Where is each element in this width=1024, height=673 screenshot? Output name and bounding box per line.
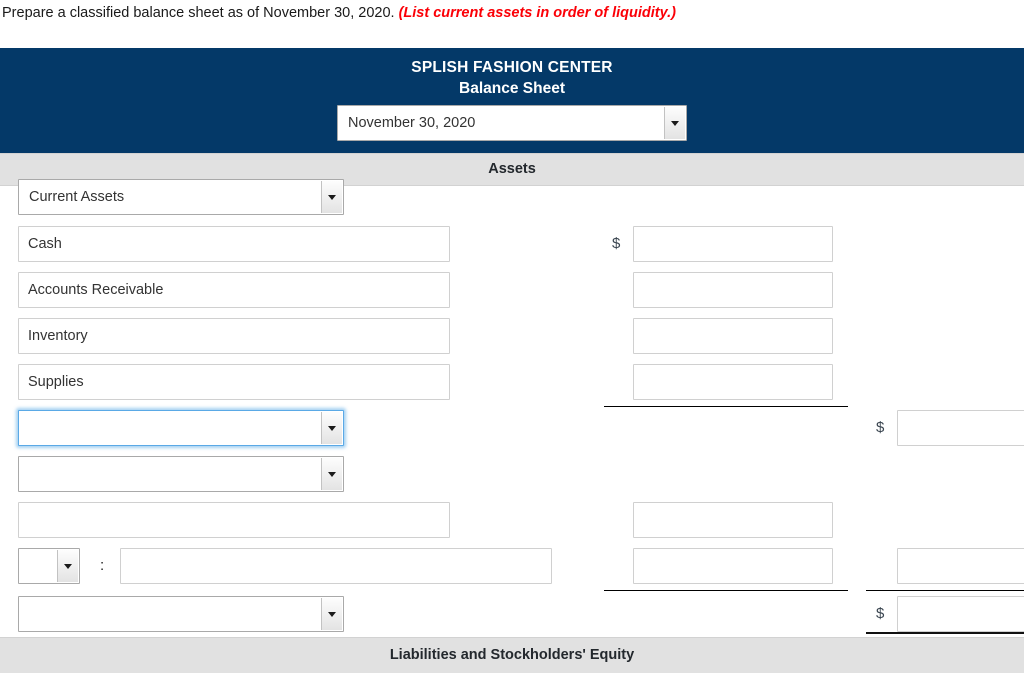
amount-input-contra[interactable] [633,548,833,584]
chevron-down-icon[interactable] [664,107,685,139]
amount-input-noncurrent[interactable] [633,502,833,538]
account-name-input-accounts-receivable[interactable] [18,272,450,308]
chevron-down-icon[interactable] [321,181,342,213]
company-name: SPLISH FASHION CENTER [411,59,613,76]
contra-prefix-select[interactable] [18,548,80,584]
noncurrent-heading-select[interactable] [18,456,344,492]
total-input-current-assets[interactable] [897,410,1024,446]
currency-symbol: $ [876,605,885,622]
row-current-assets: Current Assets [0,179,1024,225]
subtotal-rule-middle-2 [604,590,848,591]
row-supplies [0,364,1024,410]
chevron-down-icon[interactable] [321,598,342,630]
amount-input-supplies[interactable] [633,364,833,400]
row-inventory [0,318,1024,364]
chevron-down-icon[interactable] [57,550,78,582]
current-assets-select[interactable]: Current Assets [18,179,344,215]
account-name-input-cash[interactable] [18,226,450,262]
amount-input-accounts-receivable[interactable] [633,272,833,308]
row-contra-account: : [0,548,1024,594]
currency-symbol: $ [876,419,885,436]
contra-account-name-input[interactable] [120,548,552,584]
current-assets-select-value: Current Assets [29,189,125,205]
subtotal-rule-right [866,590,1024,591]
amount-input-inventory[interactable] [633,318,833,354]
subtotal-label-select[interactable] [18,410,344,446]
balance-sheet-form: SPLISH FASHION CENTER Balance Sheet Nove… [0,48,1024,186]
subtotal-label-select-value [29,411,317,445]
statement-title: Balance Sheet [459,80,565,97]
total-input-noncurrent[interactable] [897,548,1024,584]
currency-symbol: $ [612,235,621,252]
account-name-input-noncurrent[interactable] [18,502,450,538]
liabilities-section-heading: Liabilities and Stockholders' Equity [0,637,1024,673]
total-assets-label-select[interactable] [18,596,344,632]
instruction-hint: (List current assets in order of liquidi… [398,5,676,21]
noncurrent-heading-select-value [29,457,317,491]
row-cash: $ [0,226,1024,272]
row-noncurrent-heading [0,456,1024,502]
instruction-line: Prepare a classified balance sheet as of… [0,0,1024,22]
total-assets-label-select-value [29,597,317,631]
subtotal-rule-middle [604,406,848,407]
chevron-down-icon[interactable] [321,412,342,444]
row-noncurrent-account [0,502,1024,548]
row-subtotal-current-assets: $ [0,410,1024,456]
total-input-assets[interactable] [897,596,1024,632]
contra-prefix-select-value [29,549,53,583]
chevron-down-icon[interactable] [321,458,342,490]
amount-input-cash[interactable] [633,226,833,262]
date-select-value: November 30, 2020 [348,115,476,131]
statement-header: SPLISH FASHION CENTER Balance Sheet Nove… [0,48,1024,153]
account-name-input-inventory[interactable] [18,318,450,354]
instruction-text: Prepare a classified balance sheet as of… [2,5,395,21]
colon-separator: : [100,557,105,574]
row-accounts-receivable [0,272,1024,318]
date-select[interactable]: November 30, 2020 [337,105,687,141]
account-name-input-supplies[interactable] [18,364,450,400]
